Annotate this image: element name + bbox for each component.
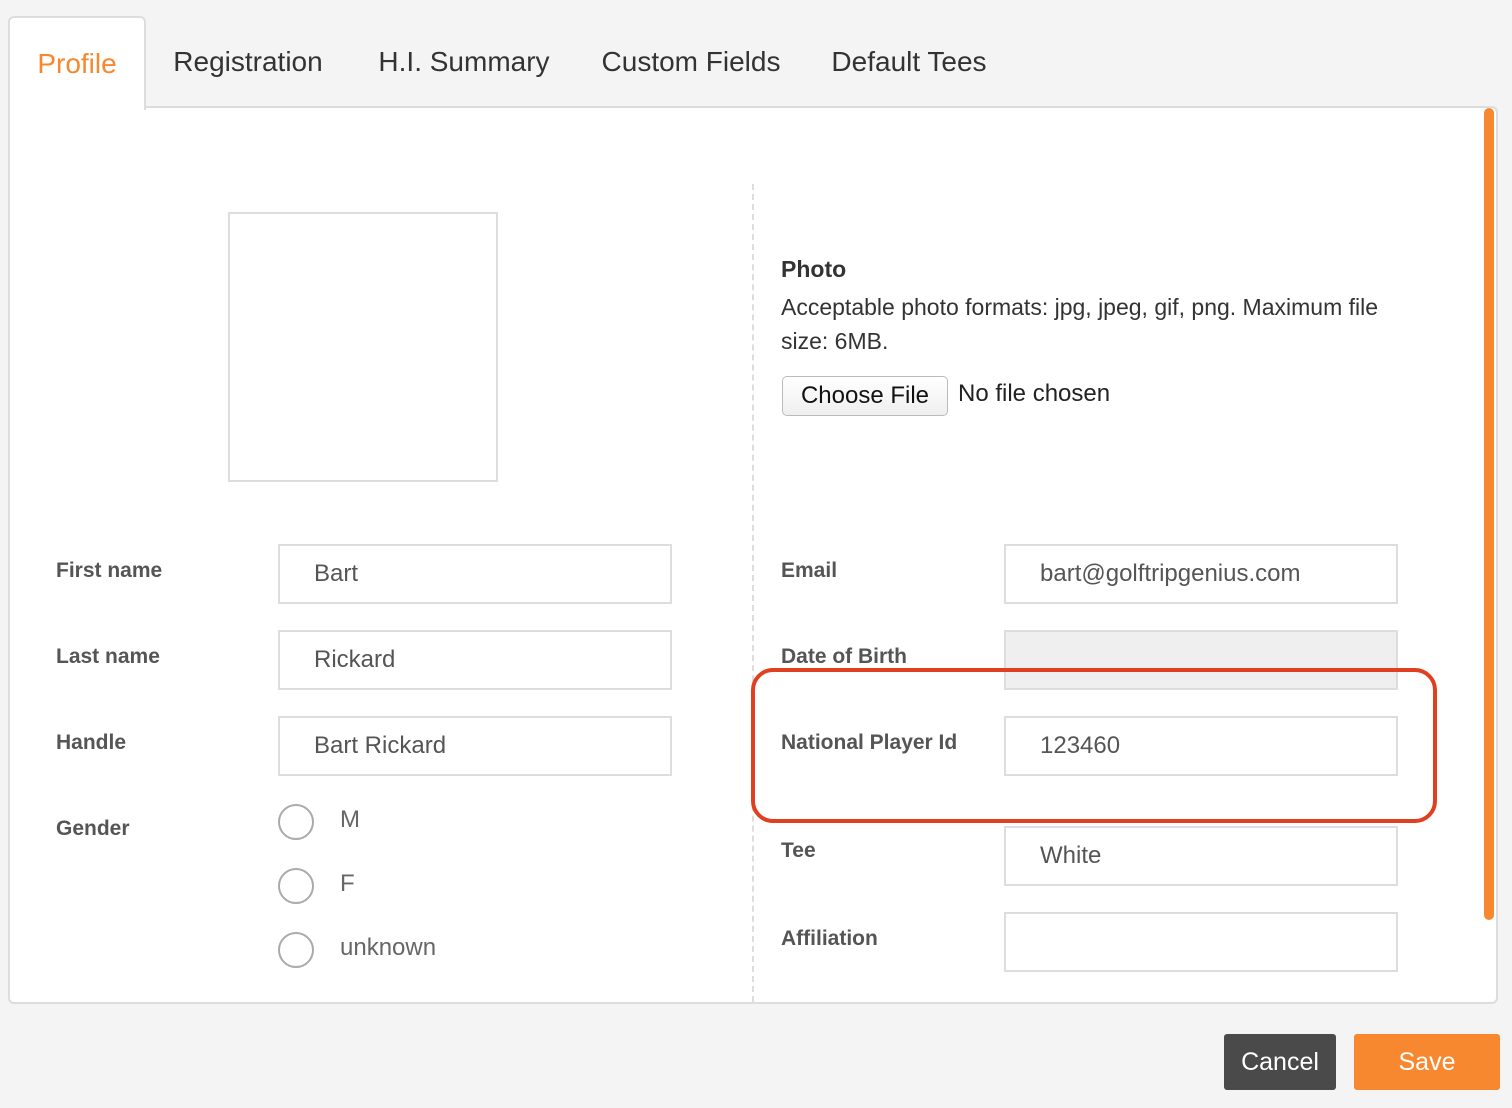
- photo-title: Photo: [781, 256, 847, 282]
- first-name-label: First name: [56, 559, 163, 582]
- tab-custom-fields[interactable]: Custom Fields: [584, 16, 798, 108]
- tab-bar: Profile Registration H.I. Summary Custom…: [8, 16, 1498, 110]
- file-status: No file chosen: [958, 380, 1111, 407]
- save-button[interactable]: Save: [1354, 1034, 1500, 1090]
- tab-registration[interactable]: Registration: [158, 16, 338, 108]
- affiliation-field[interactable]: [1004, 912, 1398, 972]
- handle-field[interactable]: Bart Rickard: [278, 716, 672, 776]
- photo-preview: [228, 212, 498, 482]
- first-name-field[interactable]: Bart: [278, 544, 672, 604]
- gender-option-unknown-label: unknown: [340, 934, 437, 961]
- panel-scrollbar[interactable]: [1484, 108, 1494, 920]
- tab-hi-summary[interactable]: H.I. Summary: [364, 16, 564, 108]
- choose-file-button[interactable]: Choose File: [782, 376, 948, 416]
- last-name-label: Last name: [56, 645, 160, 668]
- email-label: Email: [781, 559, 838, 582]
- cancel-button[interactable]: Cancel: [1224, 1034, 1336, 1090]
- gender-label: Gender: [56, 817, 130, 840]
- gender-radio-unknown[interactable]: [278, 932, 314, 968]
- affiliation-label: Affiliation: [781, 927, 878, 950]
- gender-option-f-label: F: [340, 870, 355, 897]
- national-player-id-highlight: [751, 668, 1437, 823]
- tab-profile[interactable]: Profile: [8, 16, 146, 110]
- email-field[interactable]: bart@golftripgenius.com: [1004, 544, 1398, 604]
- gender-radio-f[interactable]: [278, 868, 314, 904]
- handle-label: Handle: [56, 731, 127, 754]
- tee-label: Tee: [781, 839, 816, 862]
- tee-field[interactable]: White: [1004, 826, 1398, 886]
- last-name-field[interactable]: Rickard: [278, 630, 672, 690]
- tab-default-tees[interactable]: Default Tees: [818, 16, 1000, 108]
- gender-option-m-label: M: [340, 806, 360, 833]
- column-divider: [752, 184, 754, 1002]
- gender-radio-m[interactable]: [278, 804, 314, 840]
- photo-description: Acceptable photo formats: jpg, jpeg, gif…: [781, 294, 1379, 354]
